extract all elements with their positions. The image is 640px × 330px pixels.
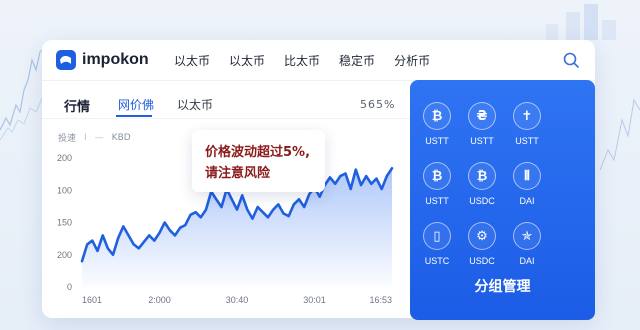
coin-label: USDC [469,196,495,206]
coin-label: DAI [519,256,535,266]
coin-item[interactable]: ⦀ DAI [507,162,547,206]
bars-icon: ⦀ [513,162,541,190]
coin-label: USTT [425,196,449,206]
coin-label: DAI [519,196,535,206]
coin-item[interactable]: ⚙ USDC [462,222,502,266]
gear-icon: ⚙ [468,222,496,250]
tether-icon: ₴ [468,102,496,130]
tooltip-line-1: 价格波动超过5%, [205,145,311,160]
coin-label: USTT [515,136,539,146]
coin-panel: 分组管理 ₿ USTT ₴ USTT ✝ USTT ₿ USTT ₿ USDC ⦀ DAI ▯ USTC ⚙… [410,80,595,320]
x-tick-label: 16:53 [369,295,392,305]
coin-item[interactable]: ₿ USTT [417,102,457,146]
y-tick-label: 100 [57,185,72,195]
bitcoin-icon: ₿ [468,162,496,190]
coin-item[interactable]: ₿ USDC [462,162,502,206]
coin-item[interactable]: ✝ USTT [507,102,547,146]
coin-label: USTT [470,136,494,146]
search-icon[interactable] [561,50,581,70]
star-icon: ✯ [513,222,541,250]
bitcoin-icon: ₿ [423,162,451,190]
x-tick-label: 1601 [82,295,102,305]
y-tick-label: 150 [57,218,72,228]
x-tick-label: 30:40 [226,295,249,305]
y-tick-label: 200 [57,153,72,163]
group-manage-button[interactable]: 分组管理 [410,276,595,296]
coin-label: USDC [469,256,495,266]
app-window: impokon 以太币 以太币 比太币 稳定币 分析币 行情 网价佛 以太币 5… [42,40,595,320]
cross-icon: ✝ [513,102,541,130]
coin-label: USTC [424,256,450,266]
coin-item[interactable]: ₿ USTT [417,162,457,206]
y-tick-label: 0 [67,282,72,292]
x-tick-label: 30:01 [303,295,326,305]
bitcoin-icon: ₿ [423,102,451,130]
y-tick-label: 200 [57,250,72,260]
tooltip-line-2: 请注意风险 [205,166,271,181]
chip-icon: ▯ [423,222,451,250]
coin-item[interactable]: ✯ DAI [507,222,547,266]
warning-tooltip: 价格波动超过5%, 请注意风险 [192,130,325,192]
coin-item[interactable]: ▯ USTC [417,222,457,266]
coin-item[interactable]: ₴ USTT [462,102,502,146]
coin-label: USTT [425,136,449,146]
x-tick-label: 2:000 [148,295,171,305]
